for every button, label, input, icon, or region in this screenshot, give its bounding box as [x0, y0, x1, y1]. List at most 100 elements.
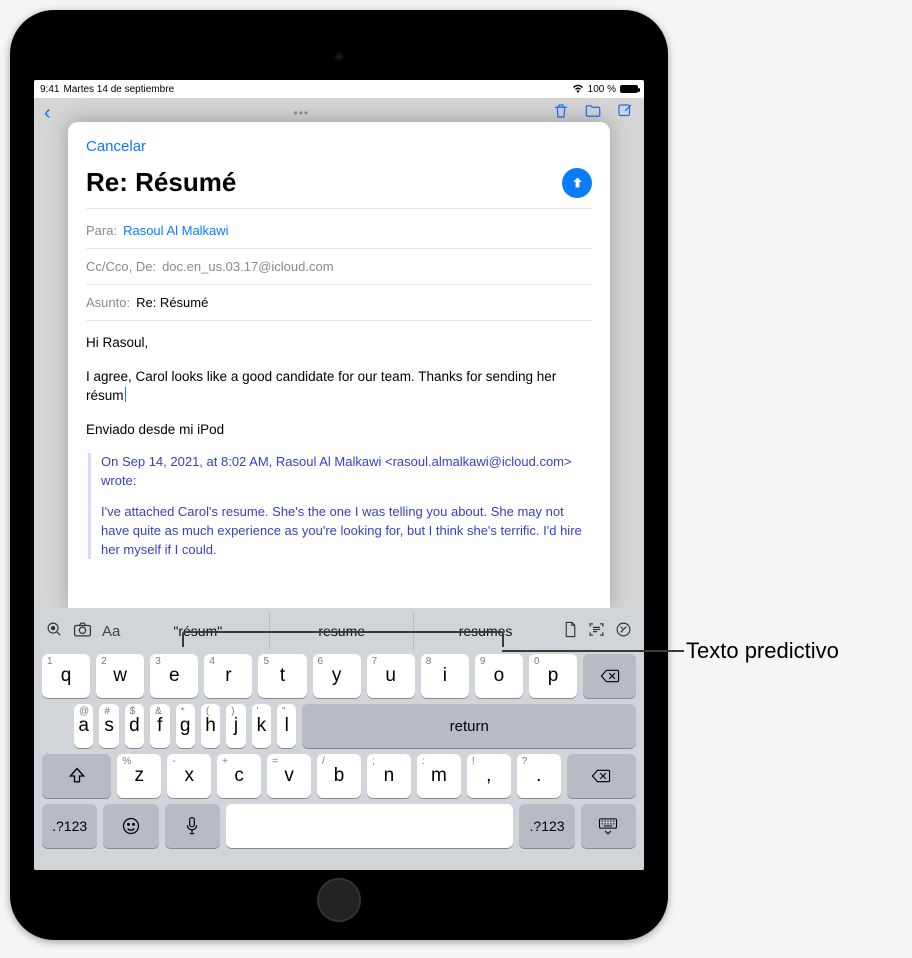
key-o[interactable]: 9o — [475, 654, 523, 698]
text-format-button[interactable]: Aa — [102, 623, 120, 640]
numbers-key-left[interactable]: .?123 — [42, 804, 97, 848]
key-k[interactable]: 'k — [252, 704, 271, 748]
camera-icon[interactable] — [73, 621, 92, 642]
key-main-label: t — [280, 665, 285, 687]
key-h[interactable]: (h — [201, 704, 220, 748]
space-key[interactable] — [226, 804, 514, 848]
delete-key[interactable] — [567, 754, 636, 798]
key-q[interactable]: 1q — [42, 654, 90, 698]
key-main-label: p — [548, 665, 559, 687]
key-b[interactable]: /b — [317, 754, 361, 798]
to-recipient-chip[interactable]: Rasoul Al Malkawi — [123, 223, 229, 238]
key-f[interactable]: &f — [150, 704, 169, 748]
status-date: Martes 14 de septiembre — [63, 84, 174, 95]
text-caret — [125, 387, 127, 402]
keyboard-row-1: 1q2w3e4r5t6y7u8i9o0p — [42, 654, 636, 698]
key-c[interactable]: +c — [217, 754, 261, 798]
key-a[interactable]: @a — [74, 704, 93, 748]
from-address: doc.en_us.03.17@icloud.com — [162, 259, 333, 274]
key-alt-label: ) — [231, 706, 234, 717]
emoji-search-icon[interactable] — [46, 621, 63, 642]
compose-icon[interactable] — [616, 102, 634, 125]
key-,[interactable]: !, — [467, 754, 511, 798]
numbers-key-right[interactable]: .?123 — [519, 804, 574, 848]
key-s[interactable]: #s — [99, 704, 118, 748]
more-icon[interactable]: ••• — [294, 106, 310, 120]
key-alt-label: & — [155, 706, 162, 717]
key-alt-label: ' — [257, 706, 259, 717]
key-.[interactable]: ?. — [517, 754, 561, 798]
key-l[interactable]: "l — [277, 704, 296, 748]
key-main-label: i — [443, 665, 447, 687]
quoted-reply: On Sep 14, 2021, at 8:02 AM, Rasoul Al M… — [88, 453, 592, 559]
message-body[interactable]: Hi Rasoul, I agree, Carol looks like a g… — [86, 321, 592, 604]
key-u[interactable]: 7u — [367, 654, 415, 698]
quote-body: I've attached Carol's resume. She's the … — [101, 503, 592, 560]
key-alt-label: 3 — [155, 656, 161, 667]
key-alt-label: 4 — [209, 656, 215, 667]
key-m[interactable]: :m — [417, 754, 461, 798]
key-main-label: y — [332, 665, 342, 687]
key-w[interactable]: 2w — [96, 654, 144, 698]
subject-field[interactable]: Asunto: Re: Résumé — [86, 285, 592, 321]
key-alt-label: ; — [372, 756, 375, 767]
backspace-key[interactable] — [583, 654, 636, 698]
key-main-label: m — [431, 765, 447, 787]
key-main-label: w — [113, 665, 127, 687]
shift-icon — [67, 766, 87, 786]
key-alt-label: 7 — [372, 656, 378, 667]
key-p[interactable]: 0p — [529, 654, 577, 698]
key-main-label: r — [225, 665, 231, 687]
compose-sheet: Cancelar Re: Résumé Para: Rasoul Al Malk… — [68, 122, 610, 610]
key-alt-label: " — [282, 706, 286, 717]
keyboard-row-3: %z-x+c=v/b;n:m!,?. — [42, 754, 636, 798]
key-x[interactable]: -x — [167, 754, 211, 798]
cc-bcc-from-field[interactable]: Cc/Cco, De: doc.en_us.03.17@icloud.com — [86, 249, 592, 285]
shift-key[interactable] — [42, 754, 111, 798]
dictation-key[interactable] — [165, 804, 220, 848]
emoji-icon — [121, 816, 141, 836]
hide-keyboard-key[interactable] — [581, 804, 636, 848]
key-alt-label: = — [272, 756, 278, 767]
body-greeting: Hi Rasoul, — [86, 333, 592, 353]
key-alt-label: $ — [130, 706, 136, 717]
key-r[interactable]: 4r — [204, 654, 252, 698]
key-main-label: k — [257, 715, 267, 737]
key-n[interactable]: ;n — [367, 754, 411, 798]
key-main-label: q — [61, 665, 72, 687]
key-alt-label: 6 — [318, 656, 324, 667]
key-main-label: x — [184, 765, 194, 787]
cancel-button[interactable]: Cancelar — [86, 132, 592, 167]
key-alt-label: - — [172, 756, 175, 767]
subject-value: Re: Résumé — [136, 295, 208, 310]
send-button[interactable] — [562, 168, 592, 198]
key-main-label: h — [205, 715, 216, 737]
document-icon[interactable] — [563, 621, 578, 642]
battery-percent-label: 100 % — [588, 84, 616, 95]
key-main-label: f — [157, 715, 162, 737]
scan-text-icon[interactable] — [588, 621, 605, 642]
key-alt-label: % — [122, 756, 131, 767]
to-field[interactable]: Para: Rasoul Al Malkawi — [86, 213, 592, 249]
return-key[interactable]: return — [302, 704, 636, 748]
body-paragraph: I agree, Carol looks like a good candida… — [86, 367, 592, 406]
key-alt-label: 1 — [47, 656, 53, 667]
key-alt-label: / — [322, 756, 325, 767]
key-g[interactable]: *g — [176, 704, 195, 748]
key-y[interactable]: 6y — [313, 654, 361, 698]
key-t[interactable]: 5t — [258, 654, 306, 698]
key-v[interactable]: =v — [267, 754, 311, 798]
key-alt-label: + — [222, 756, 228, 767]
back-chevron-icon[interactable]: ‹ — [44, 102, 51, 125]
key-main-label: u — [385, 665, 396, 687]
key-z[interactable]: %z — [117, 754, 161, 798]
key-d[interactable]: $d — [125, 704, 144, 748]
ipad-device-frame: 9:41 Martes 14 de septiembre 100 % ‹ ••• — [10, 10, 668, 940]
home-button[interactable] — [317, 878, 361, 922]
markup-icon[interactable] — [615, 621, 632, 642]
key-e[interactable]: 3e — [150, 654, 198, 698]
key-j[interactable]: )j — [226, 704, 245, 748]
keyboard-row-4: .?123 .?123 — [42, 804, 636, 848]
emoji-key[interactable] — [103, 804, 158, 848]
key-i[interactable]: 8i — [421, 654, 469, 698]
